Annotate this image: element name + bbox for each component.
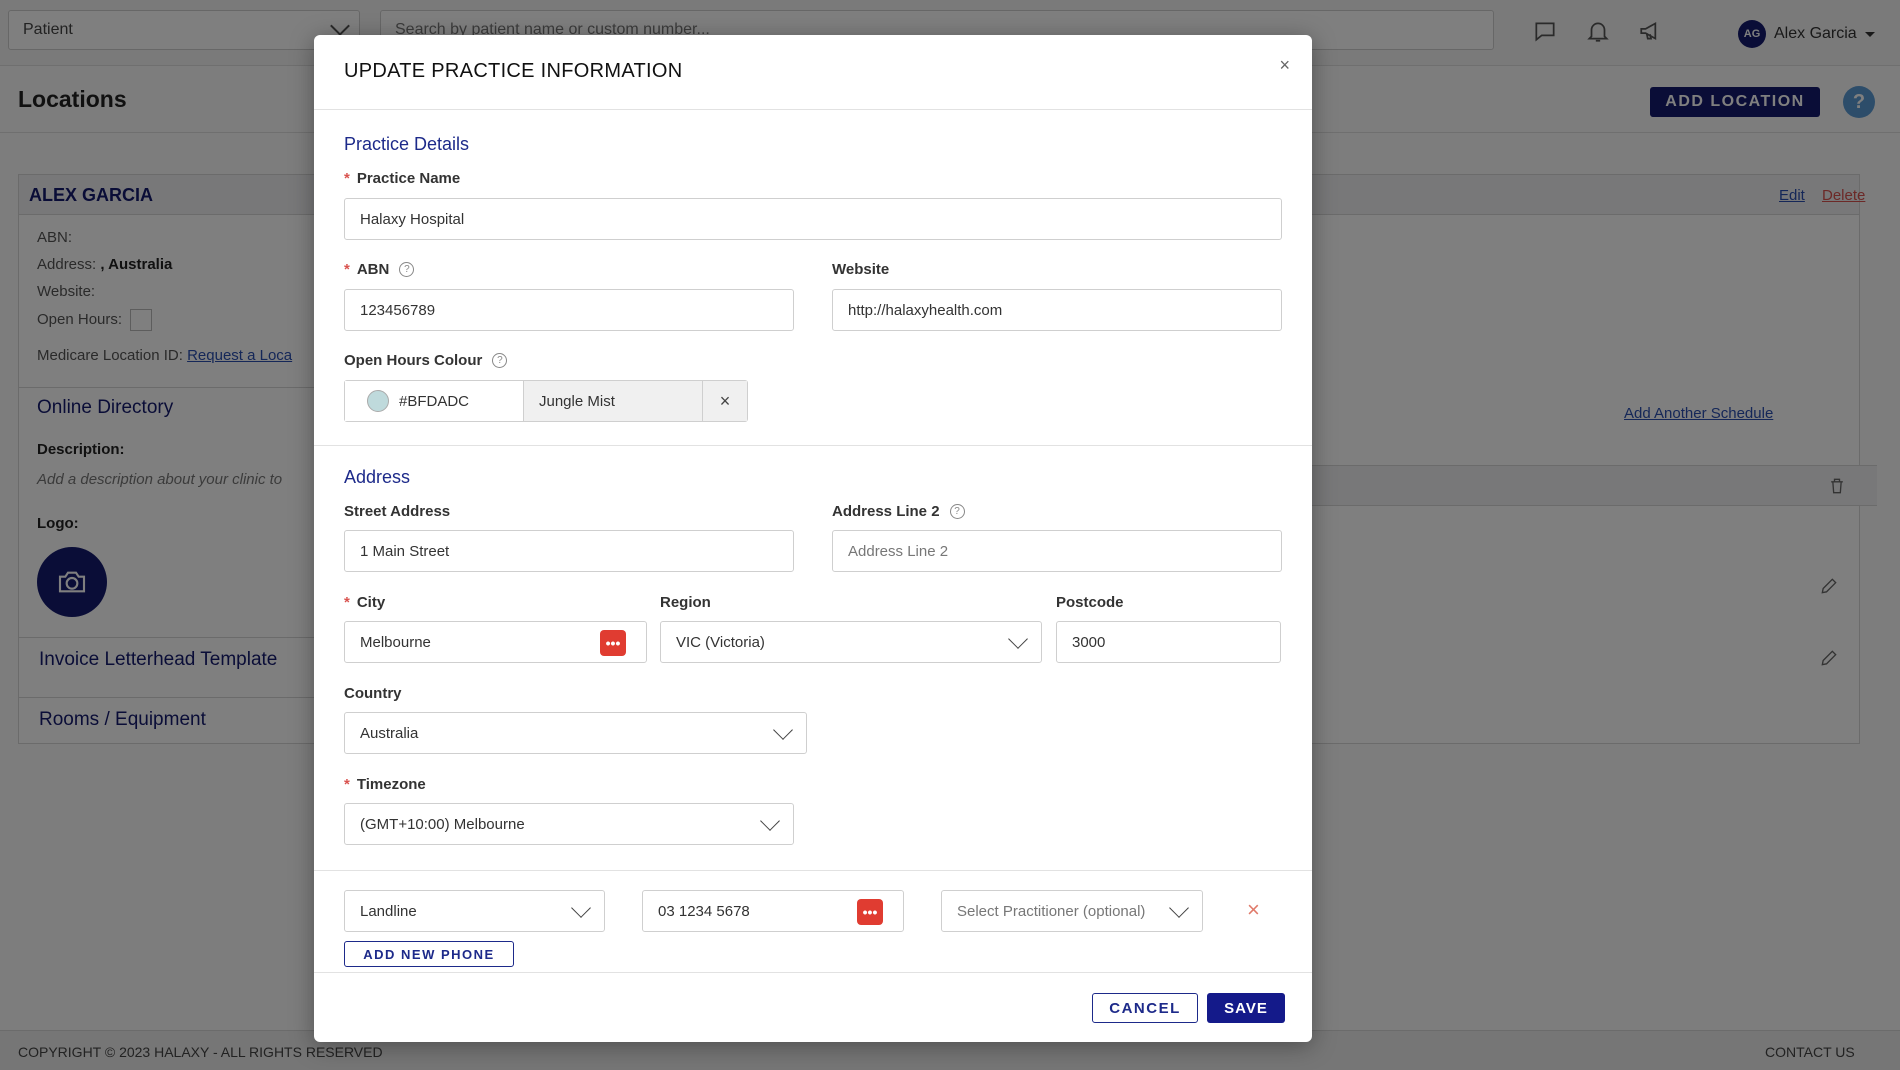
- modal-title: UPDATE PRACTICE INFORMATION: [344, 60, 683, 82]
- password-manager-icon[interactable]: •••: [857, 899, 883, 925]
- country-select[interactable]: Australia: [344, 712, 807, 754]
- practice-name-input[interactable]: Halaxy Hospital: [344, 198, 1282, 240]
- save-button[interactable]: SAVE: [1207, 993, 1285, 1023]
- chevron-down-icon: [571, 898, 591, 918]
- modal-header: UPDATE PRACTICE INFORMATION ×: [314, 35, 1312, 110]
- postcode-input[interactable]: 3000: [1056, 621, 1281, 663]
- region-label: Region: [660, 594, 711, 611]
- website-label: Website: [832, 261, 890, 278]
- close-icon[interactable]: ×: [1279, 55, 1290, 76]
- add-new-phone-button[interactable]: ADD NEW PHONE: [344, 941, 514, 967]
- abn-input[interactable]: 123456789: [344, 289, 794, 331]
- remove-phone-icon[interactable]: ×: [1247, 897, 1260, 923]
- divider: [314, 870, 1312, 871]
- practice-name-label: * Practice Name: [344, 170, 461, 187]
- region-value: VIC (Victoria): [676, 633, 765, 651]
- open-hours-colour-label: Open Hours Colour?: [344, 352, 508, 369]
- region-select[interactable]: VIC (Victoria): [660, 621, 1042, 663]
- practitioner-placeholder: Select Practitioner (optional): [957, 902, 1146, 920]
- timezone-label: * Timezone: [344, 776, 426, 793]
- abn-label: * ABN?: [344, 261, 415, 278]
- chevron-down-icon: [1169, 898, 1189, 918]
- city-label: * City: [344, 594, 386, 611]
- country-label: Country: [344, 685, 402, 702]
- timezone-value: (GMT+10:00) Melbourne: [360, 815, 525, 833]
- colour-swatch: [367, 390, 389, 412]
- chevron-down-icon: [1008, 629, 1028, 649]
- chevron-down-icon: [760, 811, 780, 831]
- divider: [314, 445, 1312, 446]
- address-line-2-input[interactable]: Address Line 2: [832, 530, 1282, 572]
- address-line-2-label: Address Line 2?: [832, 503, 965, 520]
- password-manager-icon[interactable]: •••: [600, 630, 626, 656]
- question-circle-icon: ?: [949, 504, 965, 519]
- website-input[interactable]: http://halaxyhealth.com: [832, 289, 1282, 331]
- phone-number-input[interactable]: 03 1234 5678 •••: [642, 890, 904, 932]
- phone-type-select[interactable]: Landline: [344, 890, 605, 932]
- colour-hex-field[interactable]: #BFDADC: [345, 381, 524, 421]
- practice-details-heading: Practice Details: [344, 134, 470, 154]
- city-value: Melbourne: [360, 633, 431, 651]
- colour-name-value: Jungle Mist: [539, 392, 615, 410]
- question-circle-icon: ?: [492, 353, 508, 368]
- chevron-down-icon: [773, 720, 793, 740]
- street-address-label: Street Address: [344, 503, 451, 520]
- colour-name-field: Jungle Mist ×: [524, 381, 747, 421]
- colour-hex-value: #BFDADC: [399, 392, 470, 410]
- open-hours-colour-picker[interactable]: #BFDADC Jungle Mist ×: [344, 380, 748, 422]
- country-value: Australia: [360, 724, 419, 742]
- cancel-button[interactable]: CANCEL: [1092, 993, 1198, 1023]
- practitioner-select[interactable]: Select Practitioner (optional): [941, 890, 1203, 932]
- phone-number-value: 03 1234 5678: [658, 902, 750, 920]
- question-circle-icon: ?: [399, 262, 415, 277]
- address-heading: Address: [344, 467, 411, 487]
- clear-colour-icon[interactable]: ×: [702, 381, 747, 421]
- phone-type-value: Landline: [360, 902, 417, 920]
- postcode-label: Postcode: [1056, 594, 1124, 611]
- divider: [314, 972, 1312, 973]
- street-address-input[interactable]: 1 Main Street: [344, 530, 794, 572]
- timezone-select[interactable]: (GMT+10:00) Melbourne: [344, 803, 794, 845]
- city-input[interactable]: Melbourne •••: [344, 621, 647, 663]
- update-practice-modal: UPDATE PRACTICE INFORMATION × Practice D…: [314, 35, 1312, 1042]
